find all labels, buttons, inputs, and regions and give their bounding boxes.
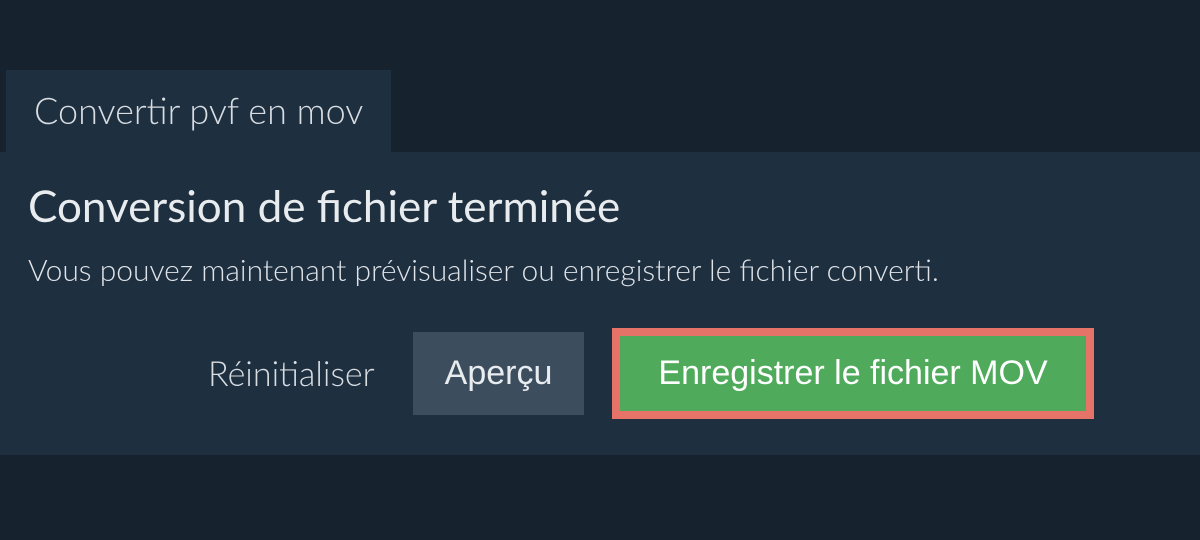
preview-button[interactable]: Aperçu [413,332,585,415]
action-row: Réinitialiser Aperçu Enregistrer le fich… [28,328,1172,419]
conversion-panel: Conversion de fichier terminée Vous pouv… [0,152,1200,455]
reset-button[interactable]: Réinitialiser [208,353,375,394]
panel-subtext: Vous pouvez maintenant prévisualiser ou … [28,252,1172,288]
tab-bar: Convertir pvf en mov [0,0,1200,152]
tab-convert[interactable]: Convertir pvf en mov [6,70,391,152]
tab-label: Convertir pvf en mov [34,88,363,132]
save-button[interactable]: Enregistrer le fichier MOV [612,328,1093,419]
panel-heading: Conversion de fichier terminée [28,180,1172,232]
